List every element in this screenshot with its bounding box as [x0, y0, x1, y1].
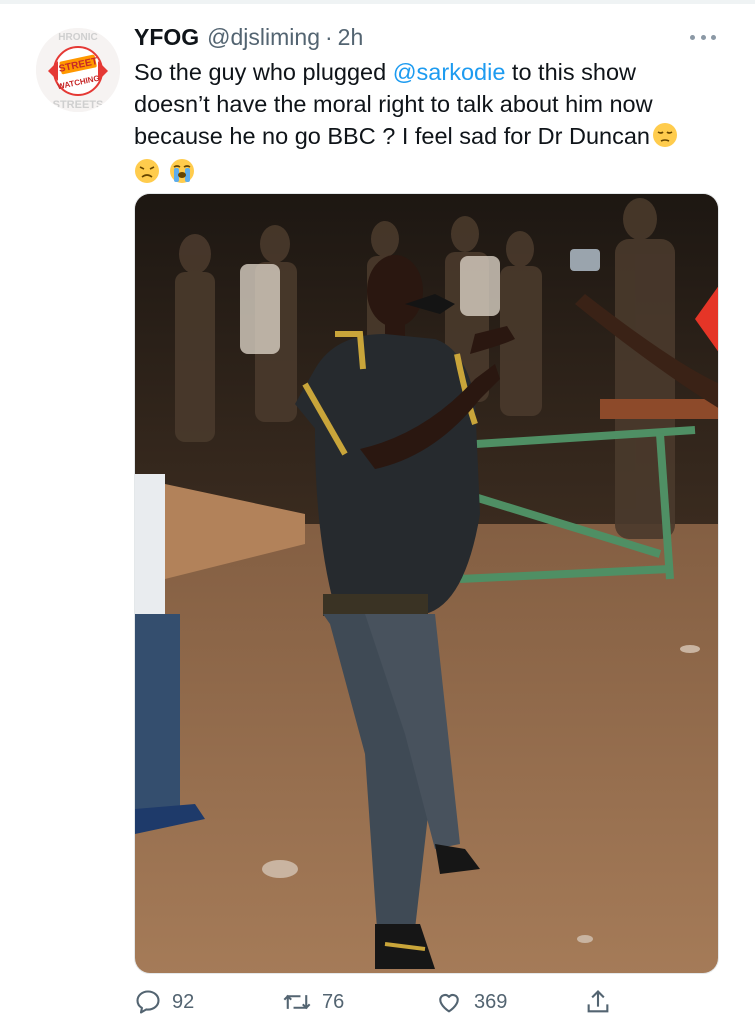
reply-icon — [136, 990, 160, 1014]
share-button[interactable] — [584, 984, 612, 1020]
more-options-icon[interactable] — [686, 26, 720, 48]
top-divider — [0, 0, 755, 4]
tweet-actions: 92 76 369 — [134, 984, 724, 1020]
share-icon — [587, 990, 609, 1013]
retweet-icon — [283, 994, 311, 1010]
heart-icon — [439, 993, 459, 1013]
pensive-face-emoji-icon — [652, 122, 678, 156]
avatar[interactable]: HRONIC STREETS STREET WATCHING — [36, 28, 120, 112]
performer-photo-image — [135, 194, 718, 973]
svg-text:STREETS: STREETS — [53, 99, 104, 111]
disappointed-face-emoji-icon — [134, 158, 160, 192]
like-count: 369 — [474, 990, 508, 1013]
tweet-header: YFOG @djsliming · 2h — [134, 24, 363, 52]
tweet-text-part: So the guy who plugged — [134, 59, 393, 85]
loudly-crying-face-emoji-icon — [169, 158, 195, 192]
timestamp[interactable]: 2h — [338, 24, 364, 51]
street-watching-logo-icon: HRONIC STREETS STREET WATCHING — [36, 28, 120, 112]
retweet-count: 76 — [322, 990, 345, 1013]
display-name[interactable]: YFOG — [134, 24, 199, 51]
separator-dot: · — [325, 24, 333, 50]
reply-button[interactable]: 92 — [134, 984, 194, 1020]
user-handle[interactable]: @djsliming — [207, 24, 320, 51]
retweet-button[interactable]: 76 — [282, 984, 344, 1020]
tweet-text: So the guy who plugged @sarkodie to this… — [134, 56, 714, 192]
reply-count: 92 — [172, 990, 195, 1013]
tweet-photo[interactable] — [134, 193, 719, 974]
like-button[interactable]: 369 — [434, 984, 507, 1020]
svg-text:HRONIC: HRONIC — [58, 32, 97, 43]
mention-link[interactable]: @sarkodie — [393, 59, 506, 85]
